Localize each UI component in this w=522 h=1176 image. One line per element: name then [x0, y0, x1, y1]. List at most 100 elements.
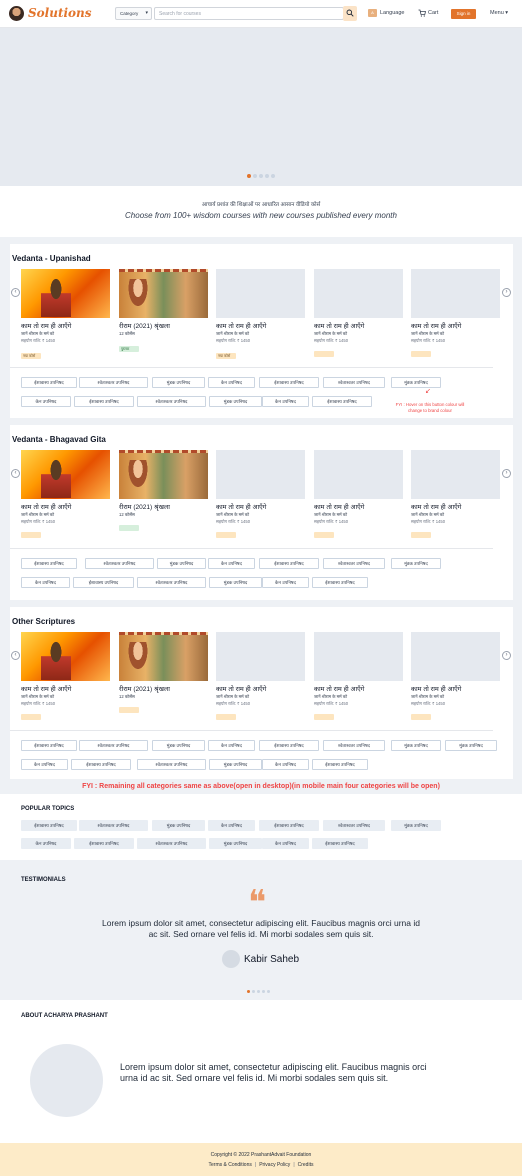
chevron-right-icon[interactable]: ›	[502, 288, 511, 297]
topic-button[interactable]: केन उपनिषद	[262, 396, 309, 407]
course-card[interactable]: काम तो राम ही आएँगे जानें श्रीराम के मर्म…	[411, 269, 500, 362]
topic-button[interactable]: श्वेताश्वतर उपनिषद	[137, 759, 206, 770]
course-card[interactable]: काम तो राम ही आएँगे जानें श्रीराम के मर्म…	[216, 269, 305, 362]
language-icon[interactable]: A	[368, 9, 377, 17]
popular-topic-tag[interactable]: ईशावास्य उपनिषद	[74, 838, 134, 849]
carousel-dot[interactable]	[262, 990, 265, 993]
popular-topic-tag[interactable]: मुंडक उपनिषद	[152, 820, 205, 831]
course-title[interactable]: काम तो राम ही आएँगे	[314, 684, 403, 693]
popular-topic-tag[interactable]: मुंडक उपनिषद	[209, 838, 262, 849]
course-thumbnail[interactable]	[216, 450, 305, 499]
topic-button[interactable]: ईशावास्य उपनिषद	[73, 577, 134, 588]
carousel-dot[interactable]	[247, 990, 250, 993]
topic-button[interactable]: मुंडक उपनिषद	[152, 377, 205, 388]
topic-button[interactable]: ईशावास्य उपनिषद	[259, 377, 319, 388]
topic-button[interactable]: श्वेताश्वतर उपनिषद	[79, 740, 148, 751]
cart-icon[interactable]	[418, 9, 426, 17]
language-link[interactable]: Language	[380, 10, 404, 16]
topic-button[interactable]: मुंडक उपनिषद	[157, 558, 206, 569]
topic-button[interactable]: ईशावास्य उपनिषद	[21, 377, 77, 388]
course-title[interactable]: काम तो राम ही आएँगे	[411, 321, 500, 330]
course-title[interactable]: रीराम (2021) श्रृंखला	[119, 684, 208, 693]
topic-button[interactable]: मुंडक उपनिषद	[209, 396, 262, 407]
topic-button[interactable]: मुंडक उपनिषद	[391, 740, 441, 751]
popular-topic-tag[interactable]: केन उपनिषद	[262, 838, 309, 849]
course-thumbnail[interactable]	[411, 450, 500, 499]
course-card[interactable]: काम तो राम ही आएँगे जानें श्रीराम के मर्म…	[21, 269, 110, 362]
signin-button[interactable]: Sign in	[451, 9, 476, 19]
course-title[interactable]: रीराम (2021) श्रृंखला	[119, 502, 208, 511]
course-card[interactable]: काम तो राम ही आएँगे जानें श्रीराम के मर्म…	[21, 632, 110, 725]
topic-button[interactable]: श्वेताश्वतर उपनिषद	[323, 740, 385, 751]
popular-topic-tag[interactable]: श्वेताश्वतर उपनिषद	[323, 820, 385, 831]
course-thumbnail[interactable]	[21, 632, 110, 681]
course-thumbnail[interactable]	[119, 632, 208, 681]
course-thumbnail[interactable]	[314, 269, 403, 318]
course-card[interactable]: काम तो राम ही आएँगे जानें श्रीराम के मर्म…	[21, 450, 110, 543]
footer-link-terms[interactable]: Terms & Conditions	[209, 1162, 252, 1168]
course-title[interactable]: काम तो राम ही आएँगे	[314, 321, 403, 330]
topic-button[interactable]: केन उपनिषद	[21, 577, 70, 588]
carousel-dot[interactable]	[247, 174, 251, 178]
topic-button[interactable]: केन उपनिषद	[208, 558, 255, 569]
course-card[interactable]: काम तो राम ही आएँगे जानें श्रीराम के मर्म…	[314, 450, 403, 543]
logo-avatar[interactable]	[9, 6, 24, 21]
course-card[interactable]: रीराम (2021) श्रृंखला 12 कोर्सेस	[119, 632, 208, 718]
course-thumbnail[interactable]	[21, 269, 110, 318]
topic-button[interactable]: केन उपनिषद	[262, 759, 309, 770]
topic-button[interactable]: ईशावास्य उपनिषद	[259, 740, 319, 751]
topic-button[interactable]: मुंडक उपनिषद	[391, 558, 441, 569]
course-title[interactable]: काम तो राम ही आएँगे	[21, 321, 110, 330]
topic-button[interactable]: श्वेताश्वतर उपनिषद	[85, 558, 154, 569]
course-thumbnail[interactable]	[314, 632, 403, 681]
course-title[interactable]: काम तो राम ही आएँगे	[411, 502, 500, 511]
topic-button[interactable]: श्वेताश्वतर उपनिषद	[137, 577, 206, 588]
popular-topic-tag[interactable]: श्वेताश्वतर उपनिषद	[79, 820, 148, 831]
topic-button[interactable]: मुंडक उपनिषद	[391, 377, 441, 388]
topic-button[interactable]: श्वेताश्वतर उपनिषद	[323, 377, 385, 388]
topic-button[interactable]: ईशावास्य उपनिषद	[21, 740, 77, 751]
topic-button[interactable]: ईशावास्य उपनिषद	[312, 577, 368, 588]
carousel-dot[interactable]	[257, 990, 260, 993]
topic-button[interactable]: केन उपनिषद	[21, 759, 68, 770]
popular-topic-tag[interactable]: ईशावास्य उपनिषद	[21, 820, 77, 831]
course-card[interactable]: काम तो राम ही आएँगे जानें श्रीराम के मर्म…	[216, 450, 305, 543]
chevron-right-icon[interactable]: ›	[502, 469, 511, 478]
chevron-left-icon[interactable]: ‹	[11, 469, 20, 478]
course-title[interactable]: काम तो राम ही आएँगे	[216, 684, 305, 693]
course-thumbnail[interactable]	[411, 632, 500, 681]
footer-link-credits[interactable]: Credits	[298, 1162, 314, 1168]
search-input[interactable]	[154, 7, 344, 20]
menu-button[interactable]: Menu ▾	[490, 10, 508, 16]
popular-topic-tag[interactable]: ईशावास्य उपनिषद	[259, 820, 319, 831]
course-title[interactable]: काम तो राम ही आएँगे	[411, 684, 500, 693]
topic-button[interactable]: मुंडक उपनिषद	[445, 740, 497, 751]
course-thumbnail[interactable]	[119, 269, 208, 318]
course-card[interactable]: काम तो राम ही आएँगे जानें श्रीराम के मर्म…	[411, 632, 500, 725]
carousel-dot[interactable]	[259, 174, 263, 178]
popular-topic-tag[interactable]: ईशावास्य उपनिषद	[312, 838, 368, 849]
course-thumbnail[interactable]	[314, 450, 403, 499]
topic-button[interactable]: श्वेताश्वतर उपनिषद	[323, 558, 385, 569]
topic-button[interactable]: श्वेताश्वतर उपनिषद	[79, 377, 148, 388]
course-title[interactable]: काम तो राम ही आएँगे	[314, 502, 403, 511]
topic-button[interactable]: केन उपनिषद	[21, 396, 71, 407]
topic-button[interactable]: मुंडक उपनिषद	[209, 577, 262, 588]
chevron-left-icon[interactable]: ‹	[11, 288, 20, 297]
course-card[interactable]: काम तो राम ही आएँगे जानें श्रीराम के मर्म…	[216, 632, 305, 725]
popular-topic-tag[interactable]: केन उपनिषद	[208, 820, 255, 831]
carousel-dot[interactable]	[271, 174, 275, 178]
course-title[interactable]: काम तो राम ही आएँगे	[21, 502, 110, 511]
course-title[interactable]: काम तो राम ही आएँगे	[216, 321, 305, 330]
course-card[interactable]: काम तो राम ही आएँगे जानें श्रीराम के मर्म…	[314, 632, 403, 725]
chevron-left-icon[interactable]: ‹	[11, 651, 20, 660]
topic-button[interactable]: ईशावास्य उपनिषद	[312, 396, 372, 407]
chevron-right-icon[interactable]: ›	[502, 651, 511, 660]
category-dropdown[interactable]: Category ▾	[115, 7, 152, 20]
topic-button[interactable]: केन उपनिषद	[262, 577, 309, 588]
course-thumbnail[interactable]	[216, 269, 305, 318]
course-title[interactable]: रीराम (2021) श्रृंखला	[119, 321, 208, 330]
search-button[interactable]	[343, 6, 357, 21]
carousel-dot[interactable]	[252, 990, 255, 993]
carousel-dot[interactable]	[253, 174, 257, 178]
